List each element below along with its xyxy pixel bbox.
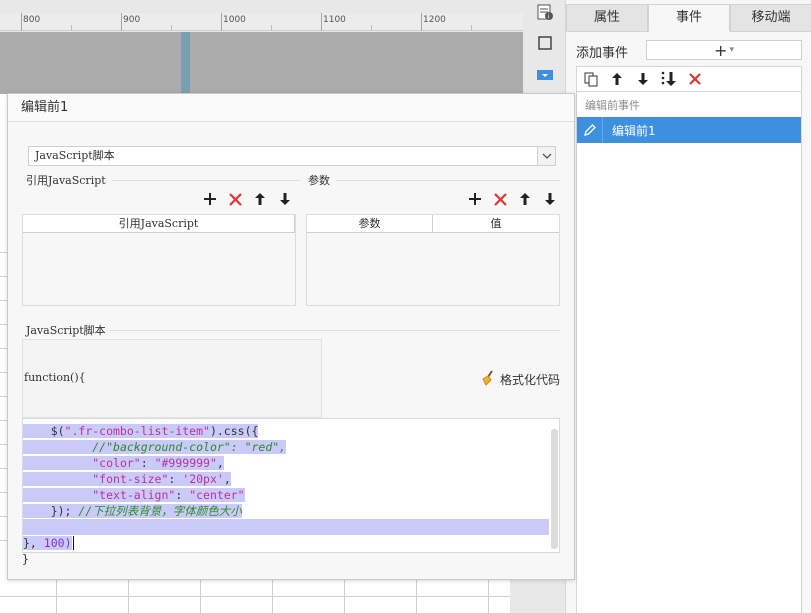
event-list: 编辑前事件 编辑前1	[576, 92, 802, 613]
function-closing-brace: }	[22, 552, 29, 566]
add-event-label: 添加事件	[576, 46, 629, 61]
move-bottom-icon[interactable]	[659, 69, 679, 89]
ref-section-label: 引用JavaScript	[26, 174, 106, 187]
ruler-label: 1200	[423, 15, 446, 25]
right-panel: 属性 事件 移动端 添加事件 + ▾ 编辑前事件 编辑前1	[565, 0, 811, 613]
code-line	[23, 519, 549, 535]
code-line: }, 100)	[23, 536, 72, 550]
broom-icon	[480, 370, 496, 389]
chevron-down-icon[interactable]	[537, 147, 555, 165]
ref-js-column-header: 引用JavaScript	[23, 215, 295, 232]
ruler-tick	[21, 13, 22, 31]
script-section-label: JavaScript脚本	[26, 324, 106, 337]
tab-events[interactable]: 事件	[648, 4, 730, 32]
delete-icon[interactable]	[492, 191, 508, 207]
move-down-icon[interactable]	[542, 191, 558, 207]
add-event-button[interactable]: + ▾	[646, 40, 802, 60]
param-section-label: 参数	[308, 174, 330, 187]
event-item-label: 编辑前1	[612, 123, 656, 138]
value-column-header: 值	[490, 217, 502, 230]
move-down-icon[interactable]	[633, 69, 653, 89]
report-icon[interactable]: i	[532, 0, 558, 24]
code-line: "font-size": '20px',	[23, 471, 231, 487]
horizontal-ruler: 800 900 1000 1100 1200	[0, 13, 523, 31]
format-code-button[interactable]: 格式化代码	[480, 370, 560, 389]
move-up-icon[interactable]	[607, 69, 627, 89]
move-up-icon[interactable]	[517, 191, 533, 207]
add-icon[interactable]	[202, 191, 218, 207]
ruler-label: 1100	[323, 15, 346, 25]
delete-icon[interactable]	[685, 69, 705, 89]
format-code-label: 格式化代码	[500, 373, 561, 387]
ruler-tick	[421, 13, 422, 31]
copy-icon[interactable]	[581, 69, 601, 89]
text-caret	[73, 536, 74, 550]
move-down-icon[interactable]	[277, 191, 293, 207]
delete-icon[interactable]	[227, 191, 243, 207]
plus-icon: +	[714, 40, 728, 60]
column-marker	[181, 32, 190, 94]
code-line: }); //下拉列表背景，字体颜色大小	[23, 503, 242, 519]
ruler-tick	[221, 13, 222, 31]
add-icon[interactable]	[467, 191, 483, 207]
script-type-select[interactable]: JavaScript脚本	[28, 146, 556, 166]
move-up-icon[interactable]	[252, 191, 268, 207]
code-line: "color": "#999999",	[23, 455, 224, 471]
canvas-grid[interactable]	[0, 580, 523, 613]
ruler-tick	[121, 13, 122, 31]
code-line: $(".fr-combo-list-item").css({	[23, 424, 259, 438]
param-table[interactable]: 参数 值	[306, 214, 560, 306]
param-column-header: 参数	[307, 215, 433, 232]
event-item[interactable]: 编辑前1	[577, 117, 801, 143]
editor-scrollbar[interactable]	[551, 429, 558, 549]
script-type-value: JavaScript脚本	[35, 149, 115, 162]
canvas-grid-strip	[0, 94, 510, 580]
dropdown-widget-icon[interactable]	[532, 63, 558, 87]
ref-js-table[interactable]: 引用JavaScript	[22, 214, 296, 306]
widget-toolstrip: i	[523, 0, 565, 94]
edit-pencil-icon	[577, 117, 603, 143]
ruler-tick	[321, 13, 322, 31]
chevron-down-icon: ▾	[729, 45, 734, 55]
panel-tabs: 属性 事件 移动端	[566, 4, 811, 32]
ruler-label: 1000	[223, 15, 246, 25]
edit-event-dialog: 编辑前1 JavaScript脚本 引用JavaScript 引用JavaScr…	[7, 93, 575, 580]
ruler-label: 900	[123, 15, 141, 25]
dialog-title: 编辑前1	[8, 94, 574, 122]
code-line: "text-align": "center"	[23, 487, 245, 503]
function-header: function(){	[24, 371, 86, 384]
event-group-label: 编辑前事件	[585, 99, 640, 112]
tab-properties[interactable]: 属性	[566, 4, 648, 32]
code-editor[interactable]: $(".fr-combo-list-item").css({ //"backgr…	[22, 418, 560, 553]
code-line: //"background-color": "red",	[23, 439, 287, 455]
square-icon[interactable]	[532, 31, 558, 55]
event-toolbar	[576, 66, 802, 92]
canvas-area[interactable]	[0, 32, 523, 94]
ruler-label: 800	[23, 15, 41, 25]
tab-mobile[interactable]: 移动端	[730, 4, 811, 32]
